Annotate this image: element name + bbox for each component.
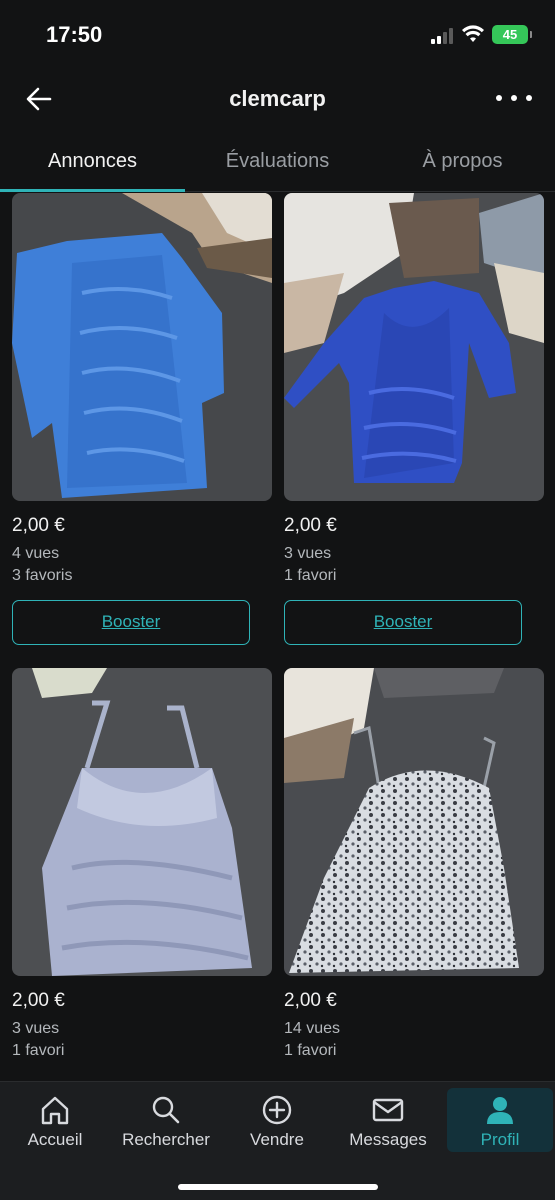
listing-price: 2,00 €	[12, 990, 65, 1011]
cellular-signal-icon	[431, 28, 455, 44]
tab-annonces[interactable]: Annonces	[0, 140, 185, 192]
listing-photo[interactable]	[284, 668, 544, 976]
nav-accueil[interactable]: Accueil	[4, 1088, 106, 1152]
bottom-navigation: Accueil Rechercher Vendre Messages Profi…	[0, 1081, 555, 1200]
listing-photo[interactable]	[12, 668, 272, 976]
nav-rechercher[interactable]: Rechercher	[112, 1088, 220, 1152]
listing-favorites: 1 favori	[284, 567, 337, 585]
dot-icon	[511, 95, 517, 101]
home-indicator	[178, 1184, 378, 1190]
listing-photo[interactable]	[284, 193, 544, 501]
nav-label: Vendre	[250, 1130, 304, 1149]
plus-circle-icon	[262, 1095, 292, 1125]
listing-card: 2,00 € 3 vues 1 favori	[12, 668, 272, 1063]
listing-favorites: 1 favori	[12, 1042, 65, 1060]
listing-card: 2,00 € 3 vues 1 favori Booster	[284, 193, 544, 645]
nav-messages[interactable]: Messages	[336, 1088, 440, 1152]
listing-photo[interactable]	[12, 193, 272, 501]
dot-icon	[526, 95, 532, 101]
dot-icon	[496, 95, 502, 101]
leopard-print-dress-photo	[284, 668, 544, 976]
booster-button[interactable]: Booster	[284, 599, 522, 645]
tab-a-propos[interactable]: À propos	[370, 140, 555, 191]
status-time: 17:50	[46, 22, 103, 47]
home-icon	[41, 1096, 69, 1125]
status-bar: 17:50 45	[0, 0, 555, 68]
listing-price: 2,00 €	[12, 515, 65, 536]
battery-indicator: 45	[492, 25, 532, 44]
nav-label: Profil	[480, 1130, 520, 1149]
profile-tabs: Annonces Évaluations À propos	[0, 140, 555, 192]
light-blue-satin-dress-photo	[12, 668, 272, 976]
nav-label: Rechercher	[122, 1130, 210, 1149]
listing-favorites: 3 favoris	[12, 567, 73, 585]
mail-icon	[372, 1098, 404, 1122]
page-title: clemcarp	[229, 86, 326, 111]
listing-views: 3 vues	[12, 1020, 60, 1037]
header: clemcarp	[0, 70, 555, 128]
listing-price: 2,00 €	[284, 515, 337, 536]
tab-evaluations[interactable]: Évaluations	[185, 140, 370, 191]
nav-label: Accueil	[27, 1130, 83, 1149]
wifi-icon	[461, 24, 485, 44]
search-icon	[152, 1096, 180, 1124]
blue-ruched-dress-photo	[12, 193, 272, 501]
more-options-button[interactable]	[496, 88, 532, 108]
listing-views: 4 vues	[12, 545, 60, 562]
listing-price: 2,00 €	[284, 990, 337, 1011]
listing-card: 2,00 € 14 vues 1 favori	[284, 668, 544, 1063]
listing-card: 2,00 € 4 vues 3 favoris Booster	[12, 193, 272, 645]
listing-views: 3 vues	[284, 545, 332, 562]
royal-blue-dress-photo	[284, 193, 544, 501]
nav-vendre[interactable]: Vendre	[226, 1088, 328, 1152]
nav-profil[interactable]: Profil	[447, 1088, 553, 1152]
nav-label: Messages	[349, 1130, 427, 1149]
profile-icon	[487, 1097, 513, 1124]
booster-button[interactable]: Booster	[12, 599, 250, 645]
battery-level: 45	[502, 27, 518, 42]
listings-grid: 2,00 € 4 vues 3 favoris Booster 2,00 € 3…	[0, 193, 555, 1081]
listing-views: 14 vues	[284, 1020, 341, 1037]
listing-favorites: 1 favori	[284, 1042, 337, 1060]
